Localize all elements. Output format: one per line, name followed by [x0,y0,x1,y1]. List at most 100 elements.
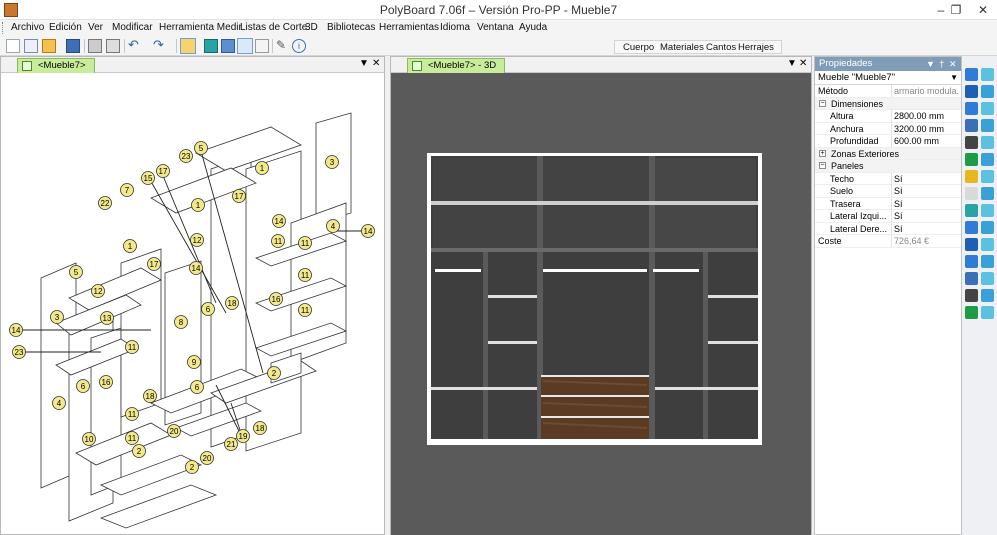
menu-3d[interactable]: 3D [305,22,318,33]
property-row[interactable]: Suelo Sí [815,185,961,198]
cube-icon[interactable] [981,204,994,217]
properties-close-icon[interactable]: ✕ [949,57,957,71]
cube-icon[interactable] [981,170,994,183]
tool-icon[interactable] [965,153,978,166]
tab-herrajes[interactable]: Herrajes [738,42,774,53]
menu-herramienta-medir[interactable]: Herramienta Medir [159,22,242,33]
cube-icon[interactable] [981,289,994,302]
menu-bibliotecas[interactable]: Bibliotecas [327,22,375,33]
cube-icon[interactable] [981,238,994,251]
cube-icon[interactable] [981,119,994,132]
restore-button[interactable]: ❐ [942,0,970,20]
tab-mueble7[interactable]: <Mueble7> [17,58,95,73]
collapse-icon[interactable]: − [819,99,826,107]
property-value[interactable]: Sí [891,172,959,185]
menu-grip[interactable] [2,22,5,34]
property-value[interactable]: Sí [891,222,959,235]
menu-ventana[interactable]: Ventana [477,22,514,33]
property-value[interactable]: armario modula... [891,85,959,97]
layout-icon[interactable] [255,39,269,53]
cube-icon[interactable] [981,221,994,234]
tool-icon[interactable] [965,306,978,319]
tool-icon[interactable] [965,255,978,268]
property-value[interactable]: 726,64 € [891,235,959,247]
property-row[interactable]: Techo Sí [815,172,961,185]
property-value[interactable]: Sí [891,210,959,222]
property-value[interactable]: 600.00 mm [891,135,959,147]
redo-icon[interactable]: ↷ [153,38,167,53]
property-category[interactable]: + Zonas Exteriores [815,147,961,160]
pane-dropdown-icon[interactable]: ▼ [787,58,797,69]
menu-modificar[interactable]: Modificar [112,22,153,33]
pin-icon[interactable]: ▼ † [926,57,944,71]
pane-close-icon[interactable]: ✕ [799,58,807,69]
tool-icon[interactable] [965,289,978,302]
tool-icon[interactable] [965,136,978,149]
undo-icon[interactable]: ↶ [128,38,142,53]
close-window-button[interactable]: ✕ [969,0,997,20]
menu-edicion[interactable]: Edición [49,22,82,33]
property-value[interactable]: 3200.00 mm [891,122,959,135]
tab-materiales[interactable]: Materiales [660,42,704,53]
cube-icon[interactable] [981,255,994,268]
cube-icon[interactable] [981,136,994,149]
tab-mueble7-3d[interactable]: <Mueble7> - 3D [407,58,506,73]
tool-icon[interactable] [965,272,978,285]
cube-icon[interactable] [981,306,994,319]
property-row[interactable]: Trasera Sí [815,197,961,210]
property-value[interactable]: Sí [891,185,959,197]
expand-icon[interactable]: + [819,149,826,157]
cube-icon[interactable] [981,85,994,98]
info-icon[interactable]: i [292,39,306,53]
property-value[interactable]: 2800.00 mm [891,110,959,122]
property-category[interactable]: − Paneles [815,160,961,173]
property-row[interactable]: Lateral Dere... Sí [815,222,961,235]
object-selector[interactable]: Mueble "Mueble7" ▼ [815,71,961,85]
cube-view-icon[interactable] [204,39,218,53]
tool-icon[interactable] [965,170,978,183]
new-window-icon[interactable] [24,39,38,53]
exploded-canvas[interactable]: 1 1 1 3 3 5 5 14 23 4 7 15 17 23 22 12 12 13 17 17 14 4 14 11 11… [1,73,384,534]
property-value[interactable]: Sí [891,197,959,210]
menu-herramientas[interactable]: Herramientas [379,22,439,33]
property-row[interactable]: Método armario modula... [815,85,961,98]
property-category[interactable]: − Dimensiones [815,97,961,110]
tab-cantos[interactable]: Cantos [706,42,736,53]
tool-icon[interactable] [965,238,978,251]
tool-icon[interactable] [965,85,978,98]
select-tool-icon[interactable] [180,38,196,54]
property-row[interactable]: Lateral Izqui... Sí [815,210,961,223]
tool-icon[interactable] [965,204,978,217]
pane-dropdown-icon[interactable]: ▼ [359,58,369,69]
new-file-icon[interactable] [6,39,20,53]
print-preview-icon[interactable] [106,39,120,53]
pencil-icon[interactable]: ✎ [276,39,290,53]
cube-icon[interactable] [981,68,994,81]
property-row[interactable]: Anchura 3200.00 mm [815,122,961,135]
menu-archivo[interactable]: Archivo [11,22,44,33]
tool-icon[interactable] [965,68,978,81]
print-icon[interactable] [88,39,102,53]
tool-icon[interactable] [965,187,978,200]
open-folder-icon[interactable] [42,39,56,53]
menu-idioma[interactable]: Idioma [440,22,470,33]
menu-ayuda[interactable]: Ayuda [519,22,547,33]
pane-close-icon[interactable]: ✕ [372,58,380,69]
property-row[interactable]: Altura 2800.00 mm [815,110,961,123]
tool-icon[interactable] [965,221,978,234]
collapse-icon[interactable]: − [819,162,826,169]
save-icon[interactable] [66,39,80,53]
frame-view-icon[interactable] [237,38,253,54]
cube-icon[interactable] [981,187,994,200]
property-row[interactable]: Coste 726,64 € [815,235,961,248]
cube-icon[interactable] [981,272,994,285]
grid-view-icon[interactable] [221,39,235,53]
menu-listas-de-corte[interactable]: Listas de Corte [240,22,307,33]
cube-icon[interactable] [981,102,994,115]
cube-icon[interactable] [981,153,994,166]
menu-ver[interactable]: Ver [88,22,103,33]
tool-icon[interactable] [965,102,978,115]
tab-cuerpo[interactable]: Cuerpo [623,42,654,53]
tool-icon[interactable] [965,119,978,132]
3d-canvas[interactable] [391,73,811,535]
